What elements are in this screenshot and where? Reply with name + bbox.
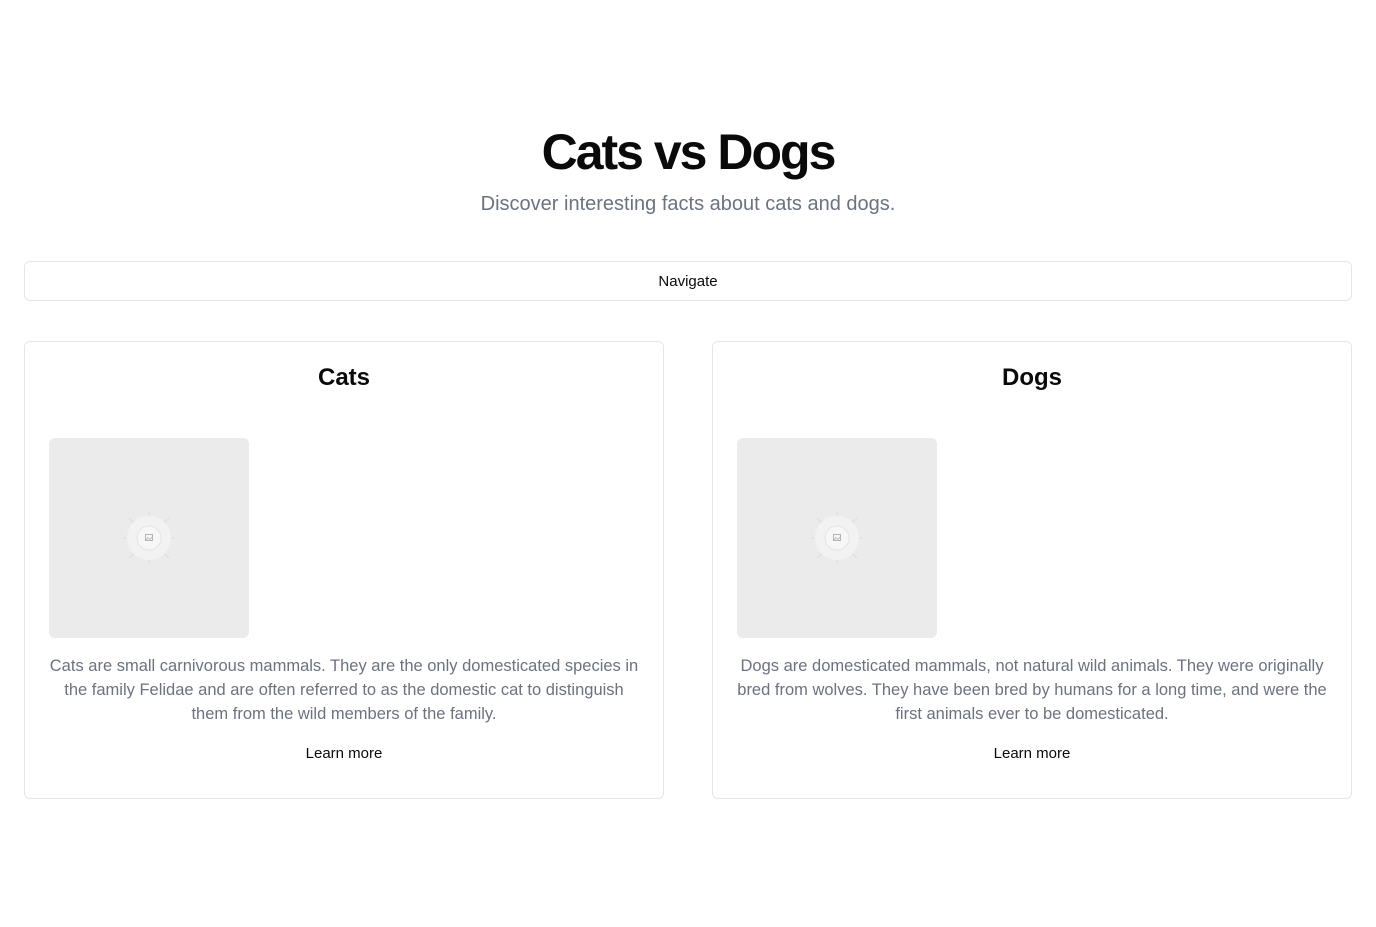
dogs-image	[737, 438, 937, 638]
cats-card: Cats Cats are small carnivorous mammals.…	[24, 341, 664, 799]
navigate-button[interactable]: Navigate	[24, 261, 1352, 301]
dogs-card: Dogs Dogs are domesticated mammals, not …	[712, 341, 1352, 799]
image-placeholder-icon	[811, 512, 863, 564]
cats-card-title: Cats	[317, 364, 371, 391]
cats-learn-more-link[interactable]: Learn more	[25, 743, 663, 765]
cats-description: Cats are small carnivorous mammals. They…	[49, 657, 639, 723]
image-placeholder-icon	[123, 512, 175, 564]
dogs-learn-more-link[interactable]: Learn more	[713, 743, 1351, 765]
dogs-description: Dogs are domesticated mammals, not natur…	[737, 657, 1327, 723]
page-subtitle: Discover interesting facts about cats an…	[480, 193, 896, 215]
dogs-card-title: Dogs	[1002, 364, 1062, 391]
cats-image	[49, 438, 249, 638]
page-title: Cats vs Dogs	[541, 124, 837, 180]
